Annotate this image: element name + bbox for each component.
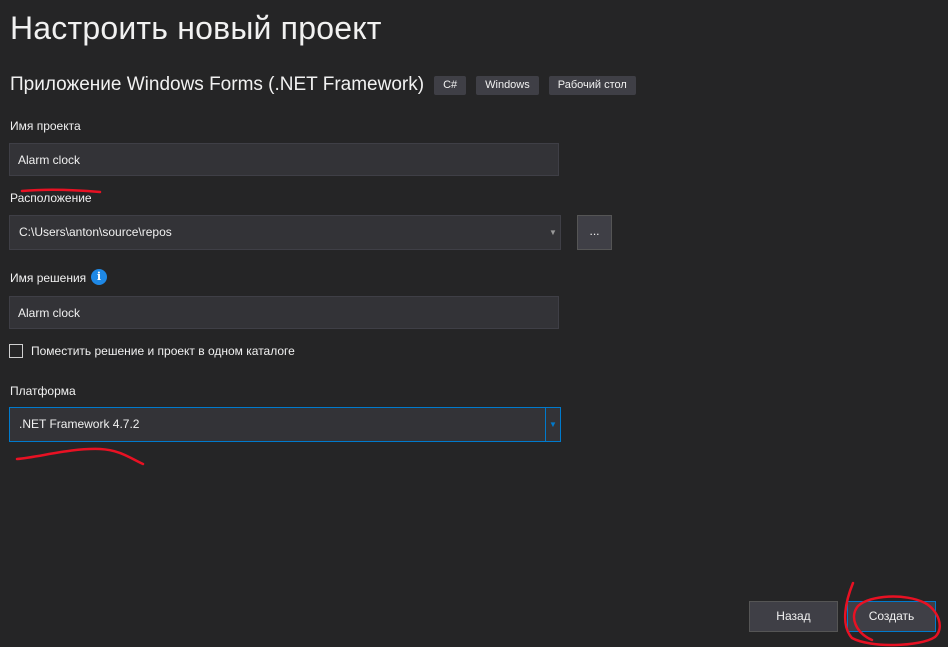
browse-button[interactable]: ... [577,215,612,250]
same-directory-option[interactable]: Поместить решение и проект в одном катал… [9,344,295,358]
underline-framework-mark [15,447,145,466]
solution-name-label: Имя решения [10,271,87,285]
info-icon[interactable]: i [91,269,107,285]
solution-name-value: Alarm clock [18,305,81,320]
location-label: Расположение [10,191,92,205]
project-name-input[interactable]: Alarm clock [9,143,559,176]
back-button[interactable]: Назад [749,601,838,632]
tag-language: C# [434,75,467,95]
tag-platform: Windows [476,75,539,95]
location-value: C:\Users\anton\source\repos [19,225,172,239]
project-name-label: Имя проекта [10,119,81,133]
solution-name-input[interactable]: Alarm clock [9,296,559,329]
chevron-down-icon[interactable]: ▼ [546,216,560,249]
template-info: Приложение Windows Forms (.NET Framework… [10,74,636,96]
tag-project-type: Рабочий стол [548,75,636,95]
framework-label: Платформа [10,384,76,398]
location-combobox[interactable]: C:\Users\anton\source\repos ▼ [9,215,561,250]
same-directory-label: Поместить решение и проект в одном катал… [31,344,295,358]
page-title: Настроить новый проект [10,10,382,46]
project-name-value: Alarm clock [18,152,81,167]
create-project-dialog: Настроить новый проект Приложение Window… [0,0,948,647]
same-directory-checkbox[interactable] [9,344,23,358]
framework-value: .NET Framework 4.7.2 [19,417,140,431]
chevron-down-icon[interactable]: ▼ [545,408,560,441]
framework-combobox[interactable]: .NET Framework 4.7.2 ▼ [9,407,561,442]
create-button[interactable]: Создать [847,601,936,632]
template-name: Приложение Windows Forms (.NET Framework… [10,74,425,95]
